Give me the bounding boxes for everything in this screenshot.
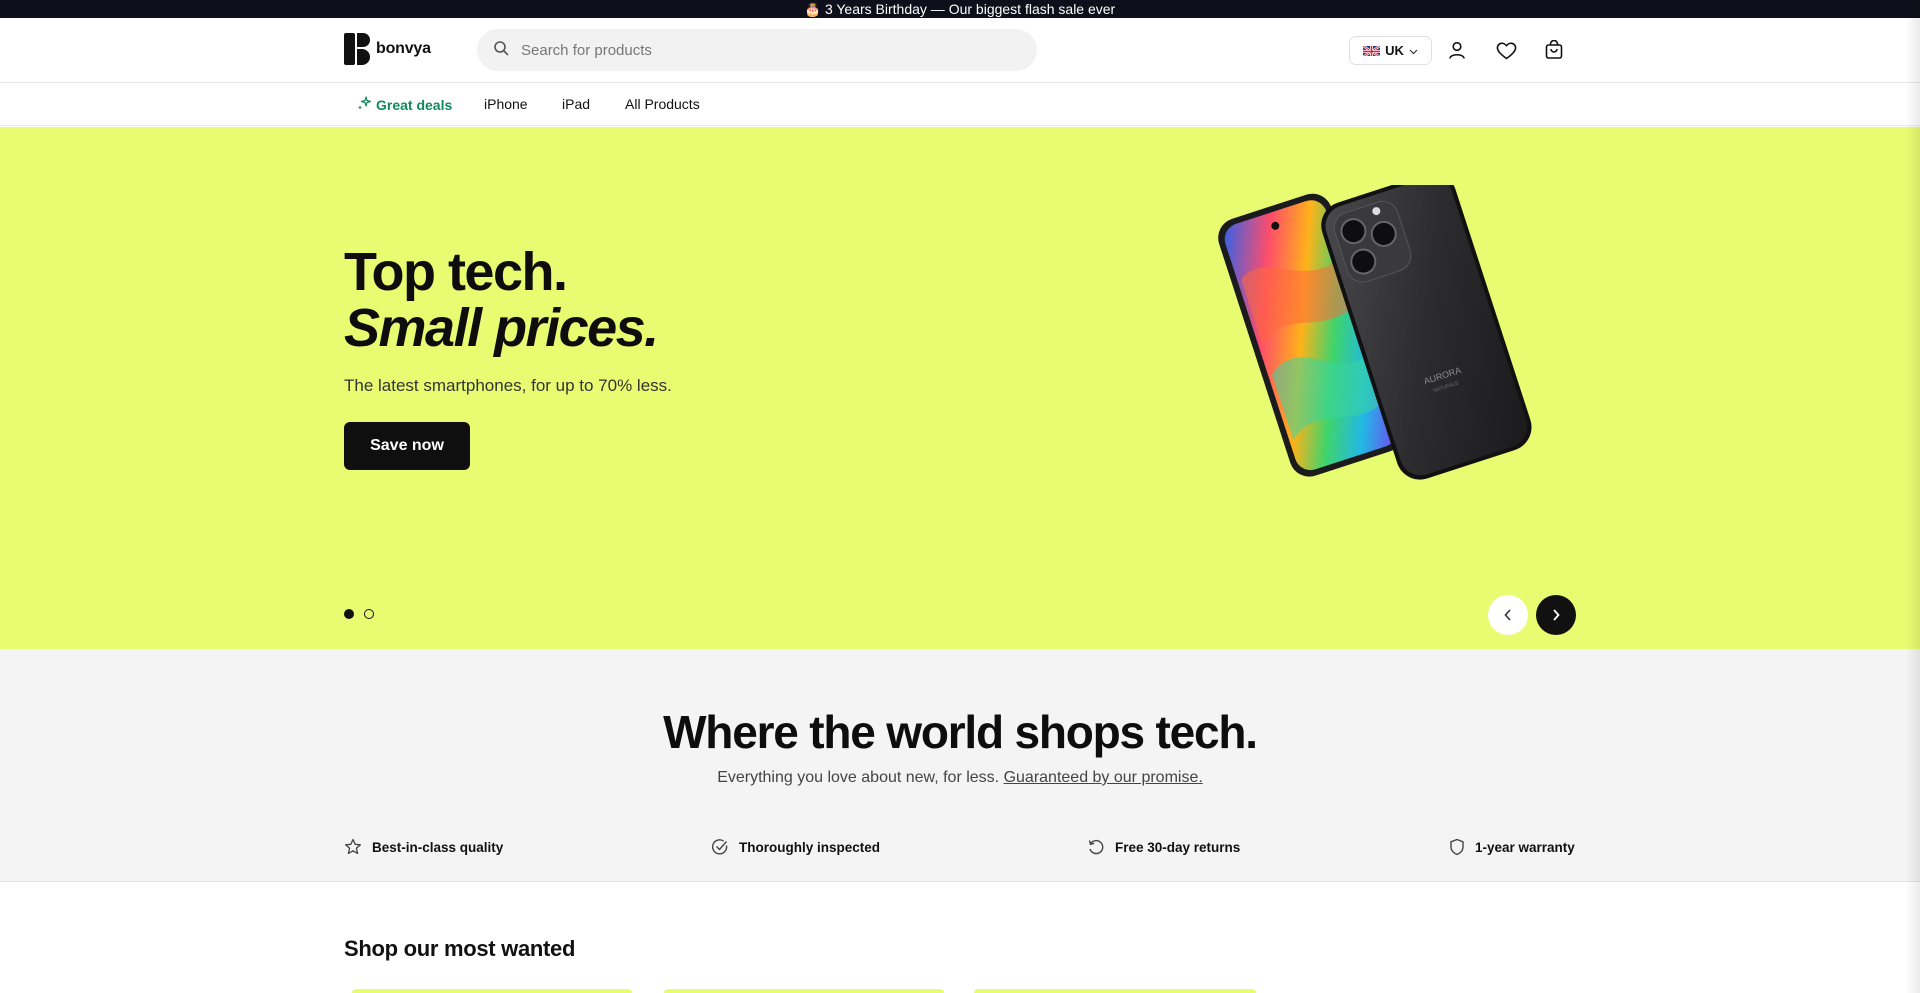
heart-icon[interactable] bbox=[1494, 38, 1518, 62]
hero-title-line2: Small prices. bbox=[344, 298, 659, 358]
shield-icon bbox=[1450, 838, 1464, 856]
feature-label: Best-in-class quality bbox=[372, 839, 504, 855]
promise-link[interactable]: Guaranteed by our promise. bbox=[1004, 769, 1203, 786]
search-bar[interactable] bbox=[477, 29, 1037, 71]
tagline-body: Everything you love about new, for less. bbox=[717, 769, 1000, 786]
star-icon bbox=[344, 838, 362, 855]
most-wanted-title: Shop our most wanted bbox=[344, 936, 576, 961]
site-header: bonvya UK bbox=[0, 18, 1920, 83]
locale-selector[interactable]: UK bbox=[1349, 36, 1432, 65]
chevron-right-icon bbox=[1553, 609, 1560, 621]
product-card[interactable] bbox=[664, 989, 944, 993]
hero-phones-image: AURORA NATURALE bbox=[1195, 172, 1555, 535]
nav-item-iphone[interactable]: iPhone bbox=[484, 96, 528, 112]
feature-label: Thoroughly inspected bbox=[739, 839, 881, 855]
search-input[interactable] bbox=[521, 41, 1001, 59]
chevron-left-icon bbox=[1504, 609, 1511, 621]
nav-item-great-deals[interactable]: Great deals bbox=[357, 96, 452, 114]
save-now-button[interactable]: Save now bbox=[344, 422, 470, 470]
slide-dot-2[interactable] bbox=[364, 609, 374, 619]
feature-inspected: Thoroughly inspected bbox=[711, 838, 880, 856]
cart-icon[interactable] bbox=[1542, 38, 1566, 62]
locale-label: UK bbox=[1385, 43, 1404, 58]
hero-banner: Top tech. Small prices. The latest smart… bbox=[0, 127, 1920, 649]
main-nav: Great deals iPhone iPad All Products bbox=[0, 83, 1920, 126]
tagline-section: Where the world shops tech. Everything y… bbox=[0, 649, 1920, 882]
chevron-down-icon bbox=[1409, 43, 1418, 58]
slide-indicators bbox=[344, 609, 374, 619]
product-card[interactable] bbox=[974, 989, 1256, 993]
prev-slide-button[interactable] bbox=[1488, 595, 1528, 635]
hero-title: Top tech. Small prices. bbox=[344, 242, 659, 358]
product-card[interactable] bbox=[352, 989, 632, 993]
feature-quality: Best-in-class quality bbox=[344, 838, 503, 856]
slide-dot-1[interactable] bbox=[344, 609, 354, 619]
nav-item-label: Great deals bbox=[376, 97, 453, 113]
tagline-title: Where the world shops tech. bbox=[663, 706, 1258, 758]
check-circle-icon bbox=[711, 839, 728, 855]
account-icon[interactable] bbox=[1445, 38, 1469, 62]
nav-item-ipad[interactable]: iPad bbox=[562, 96, 590, 112]
feature-label: 1-year warranty bbox=[1475, 839, 1575, 855]
nav-item-all-products[interactable]: All Products bbox=[625, 96, 700, 112]
sparkle-icon bbox=[357, 96, 372, 114]
logo[interactable]: bonvya bbox=[344, 33, 431, 65]
hero-subtitle: The latest smartphones, for up to 70% le… bbox=[344, 376, 672, 395]
tagline-text: Everything you love about new, for less.… bbox=[0, 769, 1920, 787]
cake-icon: 🎂 bbox=[804, 2, 821, 17]
feature-returns: Free 30-day returns bbox=[1087, 838, 1240, 856]
announcement-text: 3 Years Birthday — Our biggest flash sal… bbox=[824, 1, 1116, 17]
search-icon bbox=[493, 40, 509, 61]
logo-text: bonvya bbox=[376, 40, 431, 57]
announcement-bar: 🎂 3 Years Birthday — Our biggest flash sa… bbox=[0, 0, 1920, 18]
hero-title-line1: Top tech. bbox=[344, 242, 568, 302]
logo-mark-icon bbox=[344, 33, 370, 65]
next-slide-button[interactable] bbox=[1536, 595, 1576, 635]
feature-label: Free 30-day returns bbox=[1115, 839, 1241, 855]
return-icon bbox=[1088, 839, 1104, 855]
feature-warranty: 1-year warranty bbox=[1449, 838, 1575, 856]
uk-flag-icon bbox=[1363, 45, 1381, 56]
